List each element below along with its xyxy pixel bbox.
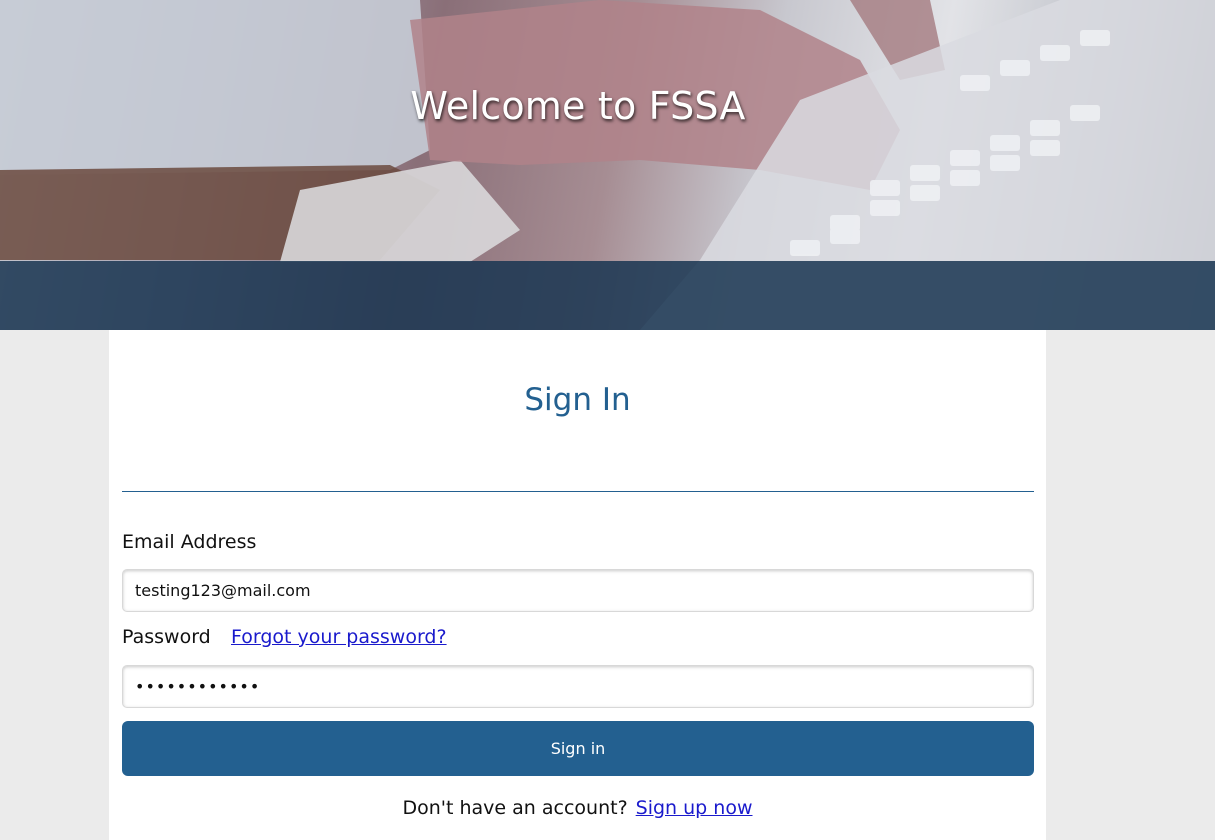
no-account-text: Don't have an account? bbox=[402, 797, 628, 819]
hero-title: Welcome to FSSA bbox=[410, 84, 746, 128]
email-label: Email Address bbox=[122, 531, 257, 553]
heading-divider bbox=[122, 491, 1034, 492]
sign-up-link[interactable]: Sign up now bbox=[636, 797, 753, 819]
email-field[interactable] bbox=[122, 569, 1034, 612]
hero-band bbox=[0, 261, 1215, 330]
signin-heading: Sign In bbox=[524, 382, 631, 418]
signin-card: Sign In Email Address Password Forgot yo… bbox=[109, 330, 1046, 840]
sign-in-button[interactable]: Sign in bbox=[122, 721, 1034, 776]
password-field[interactable] bbox=[122, 665, 1034, 708]
forgot-password-link[interactable]: Forgot your password? bbox=[231, 626, 447, 648]
hero-banner: Welcome to FSSA bbox=[0, 0, 1215, 330]
password-label: Password bbox=[122, 626, 211, 648]
signup-row: Don't have an account? Sign up now bbox=[109, 797, 1046, 819]
